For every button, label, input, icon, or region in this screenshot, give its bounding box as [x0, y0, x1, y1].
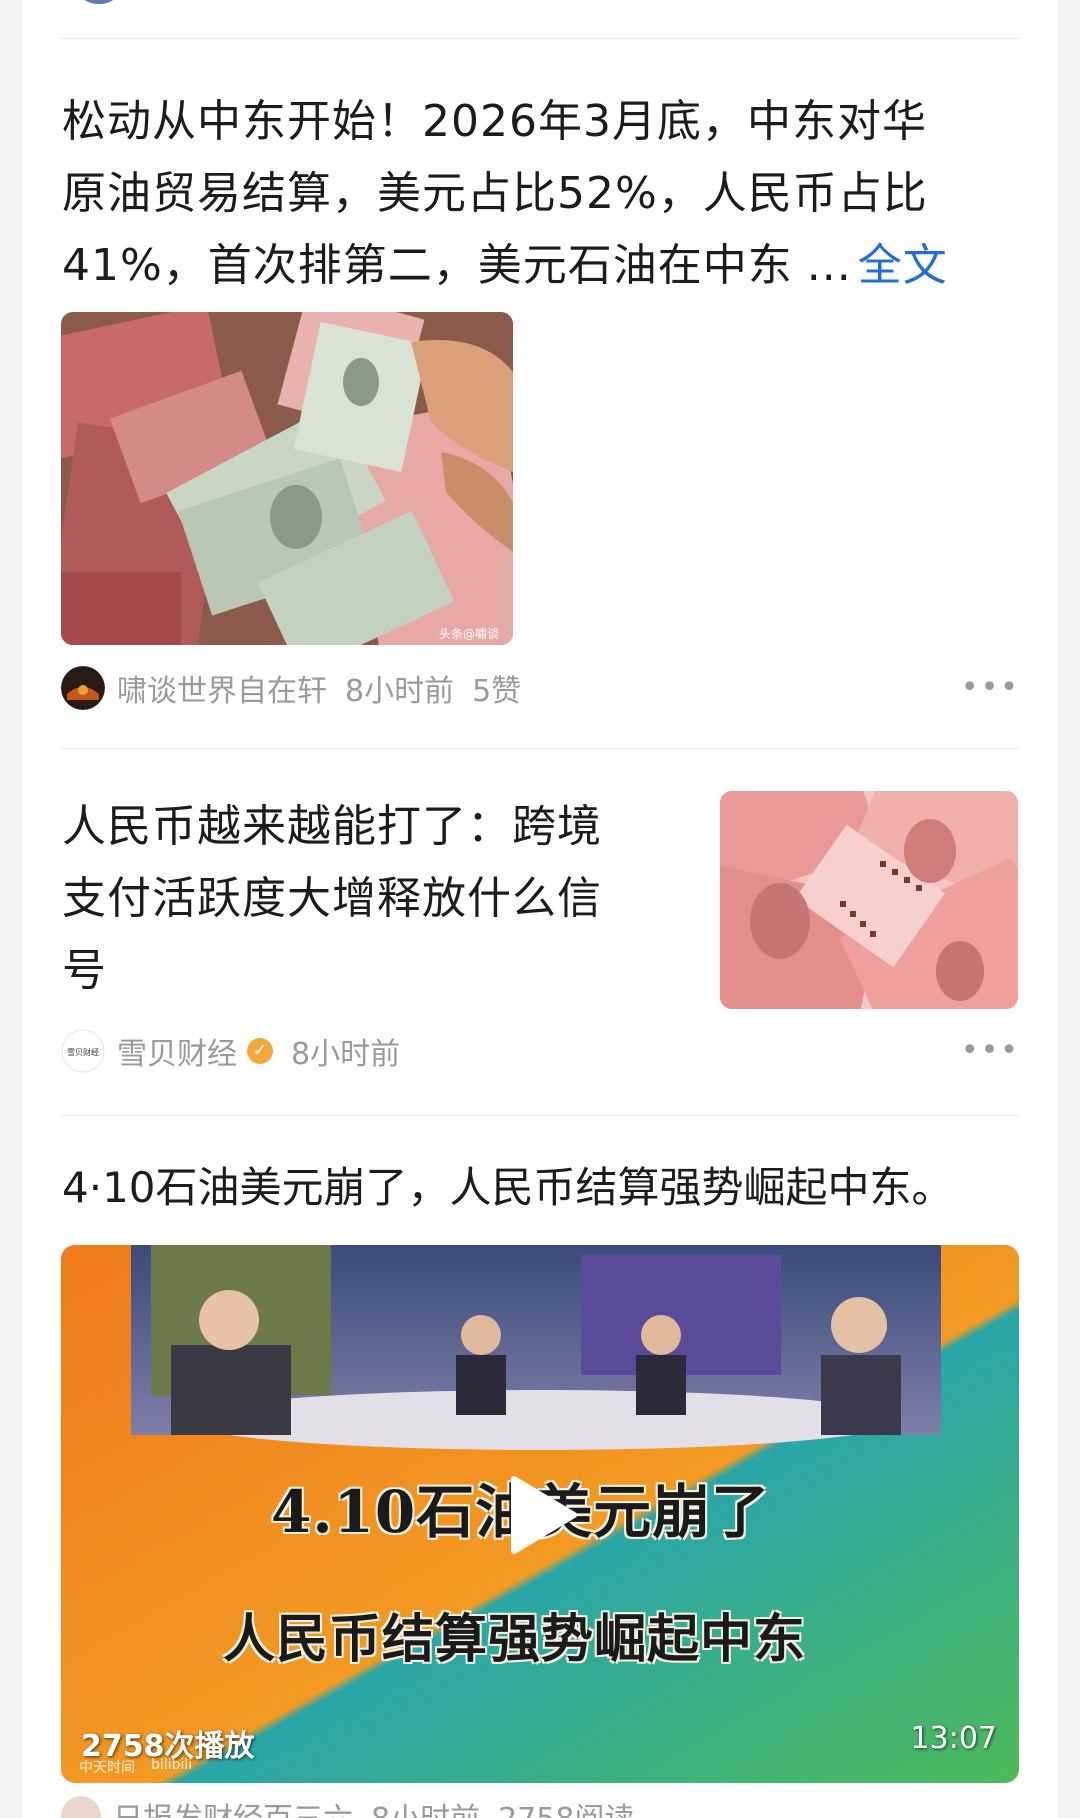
divider: [60, 38, 1020, 39]
author-avatar[interactable]: [61, 666, 105, 710]
article-2-image[interactable]: [720, 791, 1018, 1009]
read-count: 2758阅读: [498, 1794, 634, 1818]
publish-time: 8小时前: [371, 1794, 480, 1818]
title-line: 松动从中东开始！2026年3月底，中东对华: [62, 96, 927, 147]
article-3-meta: 日报发财经百三六 8小时前 2758阅读: [61, 1796, 634, 1818]
title-line: 原油贸易结算，美元占比52%，人民币占比: [62, 168, 928, 219]
divider: [60, 748, 1020, 749]
article-2-meta: 雪贝财经 雪贝财经 ✓ 8小时前: [61, 1029, 400, 1073]
article-2-title[interactable]: 人民币越来越能打了：跨境 支付活跃度大增释放什么信 号: [62, 791, 662, 1007]
divider: [60, 1115, 1020, 1116]
article-1-image[interactable]: 头条@嘯谈: [61, 312, 513, 645]
title-line: 支付活跃度大增释放什么信: [62, 873, 602, 924]
article-3-title[interactable]: 4·10石油美元崩了，人民币结算强势崛起中东。: [62, 1158, 1022, 1218]
video-watermark-bilibili: bilibili: [151, 1757, 193, 1773]
previous-item-avatar-stub: [82, 0, 116, 4]
title-line: 人民币越来越能打了：跨境: [62, 801, 602, 852]
like-count: 5赞: [472, 674, 522, 709]
article-1-title[interactable]: 松动从中东开始！2026年3月底，中东对华 原油贸易结算，美元占比52%，人民币…: [62, 86, 1022, 302]
author-name[interactable]: 雪贝财经: [117, 1029, 237, 1073]
publish-time: 8小时前: [291, 1037, 401, 1072]
author-logo[interactable]: 雪贝财经: [61, 1029, 105, 1073]
article-1-meta: 啸谈世界自在轩 8小时前 5赞: [61, 666, 521, 710]
video-duration: 13:07: [910, 1721, 997, 1756]
author-name[interactable]: 啸谈世界自在轩: [117, 666, 327, 710]
more-dots-icon[interactable]: •••: [961, 1033, 1020, 1068]
yuan-banknotes-photo: [720, 791, 1018, 1009]
video-player[interactable]: 4.10石油美元崩了 人民币结算强势崛起中东 2758次播放 13:07 中天时…: [61, 1245, 1019, 1783]
author-name[interactable]: 日报发财经百三六: [113, 1794, 353, 1818]
publish-time: 8小时前: [345, 674, 455, 709]
author-avatar[interactable]: [61, 1796, 101, 1818]
title-line: 号: [62, 945, 107, 996]
money-photo: 头条@嘯谈: [61, 312, 513, 645]
author-logo-text: 雪贝财经: [67, 1047, 99, 1057]
video-caption-line-2: 人民币结算强势崛起中东: [223, 1609, 807, 1670]
image-watermark: 头条@嘯谈: [439, 627, 499, 641]
ellipsis: ...: [806, 240, 852, 291]
read-full-link[interactable]: 全文: [858, 240, 948, 291]
news-feed: 松动从中东开始！2026年3月底，中东对华 原油贸易结算，美元占比52%，人民币…: [22, 0, 1058, 1818]
video-watermark-channel: 中天时间: [79, 1760, 135, 1776]
title-line: 41%，首次排第二，美元石油在中东... 全文: [62, 230, 1022, 302]
more-dots-icon[interactable]: •••: [961, 670, 1020, 705]
verified-badge-icon: ✓: [247, 1038, 273, 1064]
title-line-text: 41%，首次排第二，美元石油在中东: [62, 240, 793, 291]
play-icon[interactable]: [508, 1475, 578, 1555]
